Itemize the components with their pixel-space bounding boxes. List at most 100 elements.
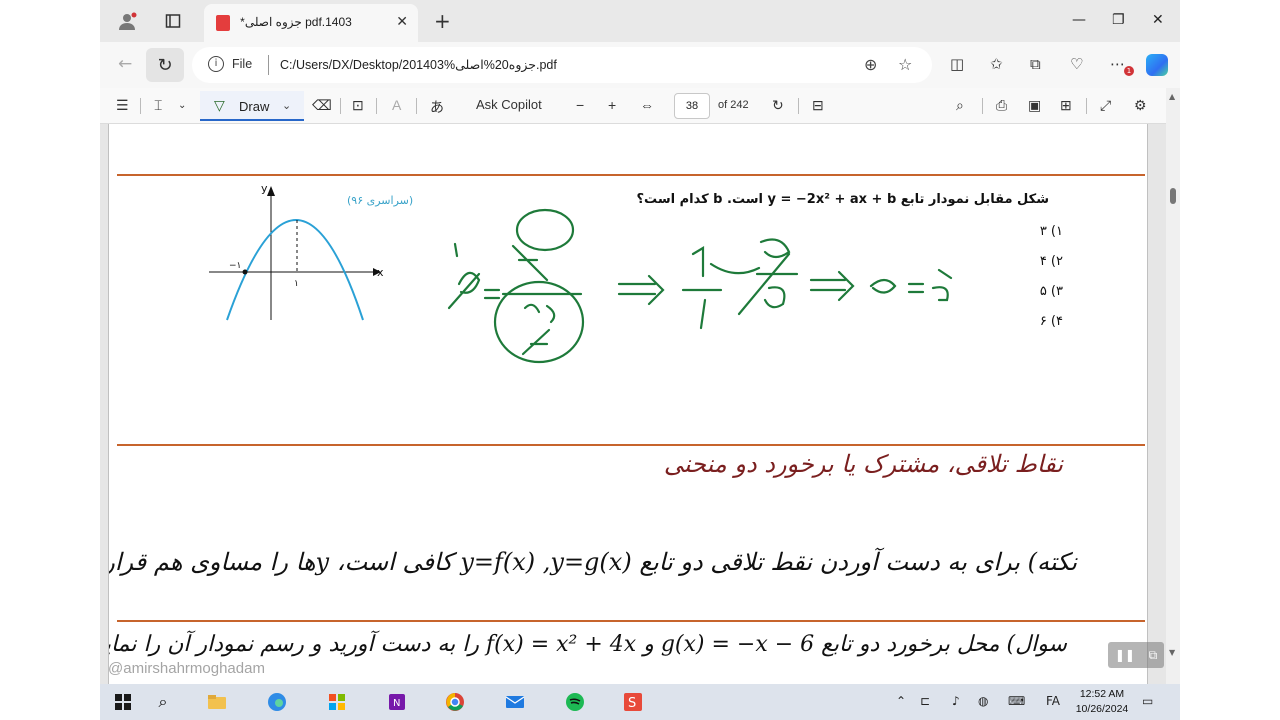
page-view-icon[interactable]: ⊟ (812, 97, 824, 114)
url-text[interactable]: C:/Users/DX/Desktop/201403%جزوه20%اصلی.p… (280, 57, 557, 72)
app-s-icon[interactable]: S (620, 690, 646, 714)
highlight-chevron-icon[interactable]: ⌄ (178, 100, 186, 111)
notification-badge: 1 (1124, 66, 1134, 76)
search-icon[interactable]: ⌕ (150, 690, 176, 714)
refresh-button[interactable]: ↻ (146, 48, 184, 82)
favorites-icon[interactable]: ✩ (990, 55, 1003, 73)
time: 12:52 AM (1079, 688, 1125, 700)
section-divider (117, 620, 1145, 622)
start-icon[interactable] (110, 690, 136, 714)
chevron-down-icon[interactable]: ⌄ (282, 99, 291, 112)
address-bar[interactable]: i File C:/Users/DX/Desktop/201403%جزوه20… (192, 47, 932, 83)
url-scheme: File (232, 57, 253, 71)
copilot-icon[interactable] (1146, 54, 1168, 76)
minimize-button[interactable]: — (1072, 12, 1086, 28)
option-2: ۲) ۴ (1039, 254, 1063, 269)
screen: *جزوه اصلی pdf.1403 ✕ + — ❐ ✕ ← ↻ i File… (0, 0, 1280, 720)
toolbar-divider (340, 98, 341, 114)
pause-icon[interactable]: ❚❚ (1115, 648, 1135, 662)
clock[interactable]: 12:52 AM 10/26/2024 (1070, 687, 1134, 717)
contents-icon[interactable]: ☰ (116, 97, 129, 114)
new-tab-button[interactable]: + (434, 9, 451, 33)
pdf-viewer[interactable]: شکل مقابل نمودار تابع y = −2x² + ax + b … (100, 124, 1166, 684)
refresh-icon: ↻ (157, 54, 173, 76)
date: 10/26/2024 (1075, 703, 1129, 715)
highlight-icon[interactable]: ⌶ (154, 97, 162, 114)
vertical-scrollbar[interactable]: ▲ ▼ (1166, 88, 1180, 684)
store-icon[interactable] (324, 690, 350, 714)
browser-essentials-icon[interactable]: ♡ (1070, 55, 1083, 73)
notifications-icon[interactable]: ▭ (1142, 694, 1153, 708)
eraser-icon[interactable]: ⌫ (312, 97, 332, 114)
restore-button[interactable]: ❐ (1112, 12, 1125, 28)
fit-page-icon[interactable]: ⇔ (640, 97, 654, 113)
title-bar: *جزوه اصلی pdf.1403 ✕ + — ❐ ✕ (100, 0, 1180, 42)
address-bar-row: ← ↻ i File C:/Users/DX/Desktop/201403%جز… (100, 42, 1180, 88)
pdf-page: شکل مقابل نمودار تابع y = −2x² + ax + b … (108, 124, 1148, 684)
favorite-star-icon[interactable]: ☆ (898, 55, 912, 74)
handwritten-annotation (447, 208, 953, 364)
zoom-in-icon[interactable]: + (608, 97, 616, 113)
note-text: نکته) برای به دست آوردن نقط تلاقی دو تاب… (109, 548, 1077, 576)
tab-pdf[interactable]: *جزوه اصلی pdf.1403 ✕ (204, 4, 418, 42)
edge-icon[interactable] (264, 690, 290, 714)
profile-icon[interactable] (114, 9, 140, 33)
tray-chevron-icon[interactable]: ⌃ (896, 694, 906, 708)
section-divider (117, 444, 1145, 446)
scroll-up-icon[interactable]: ▲ (1169, 92, 1175, 101)
rotate-icon[interactable]: ↻ (772, 97, 784, 114)
section-heading: نقاط تلاقی، مشترک یا برخورد دو منحنی (663, 450, 1063, 478)
file-explorer-icon[interactable] (204, 690, 230, 714)
info-icon[interactable]: i (208, 56, 224, 72)
page-total: of 242 (718, 99, 749, 111)
onenote-icon[interactable]: N (384, 690, 410, 714)
question-2-text: سوال) محل برخورد دو تابع g(x) = −x − 6 و… (108, 632, 1067, 657)
page-number-input[interactable]: 38 (674, 93, 710, 119)
globe-icon[interactable]: ◍ (978, 694, 988, 708)
spotify-icon[interactable] (562, 690, 588, 714)
draw-button[interactable]: ▽ Draw ⌄ (200, 91, 304, 121)
toolbar-divider (416, 98, 417, 114)
source-tag: (سراسری ۹۶) (347, 194, 414, 207)
back-icon[interactable]: ← (118, 54, 132, 74)
translate-icon[interactable]: あ (430, 97, 444, 117)
network-drive-icon[interactable]: ⊏ (920, 694, 930, 708)
zoom-out-icon[interactable]: − (576, 97, 584, 113)
microphone-icon[interactable]: ♪ (952, 694, 960, 708)
print-icon[interactable]: ⎙ (996, 97, 1007, 114)
tab-actions-icon[interactable] (160, 9, 186, 33)
language-indicator[interactable]: FA (1046, 694, 1060, 708)
save-icon[interactable]: ▣ (1028, 97, 1041, 114)
chrome-icon[interactable] (442, 690, 468, 714)
video-controls[interactable]: ❚❚ ⧉ (1108, 642, 1164, 668)
neg-one-label: −۱ (229, 261, 241, 271)
more-options-icon[interactable]: ⋯ (1110, 55, 1125, 73)
search-icon[interactable]: ⌕ (956, 97, 964, 114)
toolbar-divider (982, 98, 983, 114)
mail-icon[interactable] (502, 690, 528, 714)
close-window-button[interactable]: ✕ (1152, 12, 1164, 28)
close-tab-icon[interactable]: ✕ (396, 14, 408, 30)
read-aloud-icon[interactable]: A (392, 97, 401, 113)
pip-icon[interactable]: ⧉ (1149, 648, 1158, 663)
keyboard-icon[interactable]: ⌨ (1008, 694, 1025, 708)
watermark: @amirshahrmoghadam (108, 660, 265, 677)
fullscreen-icon[interactable]: ⤢ (1100, 97, 1111, 114)
toolbar-divider (376, 98, 377, 114)
draw-label: Draw (239, 99, 270, 114)
collections-icon[interactable]: ⧉ (1030, 55, 1041, 73)
zoom-icon[interactable]: ⊕ (864, 55, 877, 74)
text-box-icon[interactable]: ⊡ (352, 97, 364, 114)
section-divider (117, 174, 1145, 176)
taskbar: ⌕ N S ⌃ ⊏ ♪ ◍ ⌨ FA 12:52 AM 10/26/2024 ▭ (100, 684, 1180, 720)
settings-gear-icon[interactable]: ⚙ (1134, 97, 1147, 114)
scroll-thumb[interactable] (1170, 188, 1176, 204)
pdf-toolbar: ☰ ⌶ ⌄ ▽ Draw ⌄ ⌫ ⊡ A あ Ask Copilot − + ⇔… (100, 88, 1166, 124)
ask-copilot-button[interactable]: Ask Copilot (476, 97, 542, 112)
save-as-icon[interactable]: ⊞ (1060, 97, 1072, 114)
split-screen-icon[interactable]: ◫ (950, 55, 964, 73)
toolbar-divider (1086, 98, 1087, 114)
toolbar-divider (798, 98, 799, 114)
scroll-down-icon[interactable]: ▼ (1169, 648, 1175, 657)
option-1: ۱) ۳ (1039, 224, 1063, 239)
